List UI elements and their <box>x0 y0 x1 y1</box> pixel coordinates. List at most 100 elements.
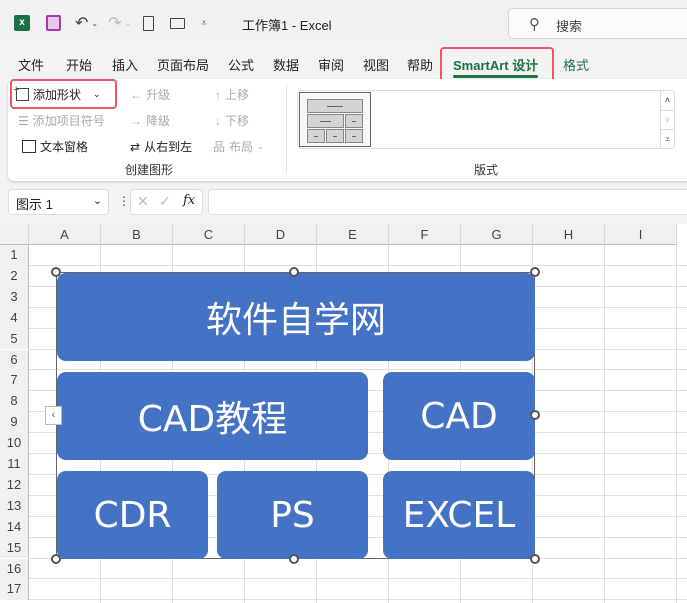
more-options-icon[interactable]: ⋮ <box>118 194 130 208</box>
row-header[interactable]: 4 <box>0 307 29 329</box>
add-bullet-label: 添加项目符号 <box>32 114 105 128</box>
column-header[interactable]: B <box>101 224 173 245</box>
row-header[interactable]: 7 <box>0 370 29 392</box>
customize-qat-icon[interactable]: ⩡ <box>201 18 207 29</box>
row-header[interactable]: 2 <box>0 265 29 287</box>
excel-logo-icon: x <box>14 15 30 31</box>
smartart-node[interactable]: CAD教程 <box>57 372 368 460</box>
undo-dropdown-icon[interactable]: ⌄ <box>91 19 98 28</box>
tab-file[interactable]: 文件 <box>18 55 44 74</box>
row-header[interactable]: 6 <box>0 349 29 371</box>
smartart-node[interactable]: CDR <box>57 471 208 559</box>
search-icon: ⚲ <box>529 16 540 33</box>
chevron-down-icon: ˅ <box>661 110 674 129</box>
layout-thumbnail-selected[interactable] <box>299 92 371 147</box>
row-header[interactable]: 9 <box>0 412 29 434</box>
smartart-node[interactable]: PS <box>217 471 368 559</box>
open-folder-icon[interactable] <box>170 17 186 29</box>
move-down-button: ↓ 下移 <box>215 112 249 129</box>
row-header[interactable]: 16 <box>0 558 29 580</box>
text-pane-button[interactable]: 文本窗格 <box>22 138 88 155</box>
demote-button: → 降级 <box>130 112 170 129</box>
chevron-down-icon: ⌄ <box>257 142 264 151</box>
smartart-node[interactable]: CAD <box>383 372 535 460</box>
promote-label: 升级 <box>146 88 171 102</box>
demote-label: 降级 <box>146 114 171 128</box>
tab-insert[interactable]: 插入 <box>112 55 138 74</box>
column-header[interactable]: G <box>461 224 533 245</box>
tab-format[interactable]: 格式 <box>563 55 589 74</box>
tab-page-layout[interactable]: 页面布局 <box>157 55 209 74</box>
arrow-up-icon: ↑ <box>215 87 221 102</box>
tab-data[interactable]: 数据 <box>273 55 299 74</box>
resize-handle[interactable] <box>530 267 540 277</box>
column-header[interactable]: C <box>173 224 245 245</box>
tab-formulas[interactable]: 公式 <box>228 55 254 74</box>
column-header[interactable]: I <box>605 224 677 245</box>
gridline <box>676 245 677 603</box>
gridline <box>604 245 605 603</box>
name-box[interactable]: 图示 1 ⌄ <box>8 189 109 215</box>
move-down-label: 下移 <box>225 114 250 128</box>
row-header[interactable]: 14 <box>0 516 29 538</box>
gallery-scrollbar[interactable]: ˄ ˅ ⩡ <box>660 91 674 148</box>
arrow-down-icon: ↓ <box>215 113 221 128</box>
formula-controls: ✕ ✓ fx <box>130 189 203 215</box>
gridline <box>29 578 687 580</box>
swap-arrows-icon: ⇄ <box>130 139 141 154</box>
move-up-button: ↑ 上移 <box>215 86 249 103</box>
move-up-label: 上移 <box>225 88 250 102</box>
row-header[interactable]: 8 <box>0 391 29 413</box>
group-label-layouts: 版式 <box>474 163 499 177</box>
row-header[interactable]: 10 <box>0 433 29 454</box>
resize-handle[interactable] <box>530 410 540 420</box>
column-header[interactable]: D <box>245 224 317 245</box>
org-chart-icon: 品 <box>213 140 226 154</box>
insert-function-icon[interactable]: fx <box>183 193 195 208</box>
title-bar: x ↶ ⌄ ↷ ⌄ ⩡ 工作簿1 - Excel ⚲ 搜索 <box>0 0 687 45</box>
column-header[interactable]: E <box>317 224 389 245</box>
resize-handle[interactable] <box>51 267 61 277</box>
chevron-up-icon[interactable]: ˄ <box>661 91 674 110</box>
column-header[interactable]: H <box>533 224 605 245</box>
more-icon[interactable]: ⩡ <box>661 129 674 148</box>
smartart-node[interactable]: EXCEL <box>383 471 535 559</box>
name-box-value: 图示 1 <box>16 197 53 212</box>
group-label-create-graphic: 创建图形 <box>125 163 174 177</box>
column-header[interactable]: F <box>389 224 461 245</box>
smartart-node-top[interactable]: 软件自学网 <box>57 273 535 361</box>
select-all-corner[interactable] <box>0 224 29 245</box>
tab-view[interactable]: 视图 <box>363 55 389 74</box>
row-header[interactable]: 15 <box>0 537 29 559</box>
row-header[interactable]: 13 <box>0 495 29 517</box>
row-header[interactable]: 17 <box>0 579 29 601</box>
row-header[interactable]: 3 <box>0 286 29 308</box>
formula-input[interactable] <box>208 189 687 215</box>
tab-review[interactable]: 审阅 <box>318 55 344 74</box>
text-pane-toggle[interactable]: ‹ <box>45 406 62 425</box>
chevron-down-icon[interactable]: ⌄ <box>93 194 102 207</box>
tab-help[interactable]: 帮助 <box>407 55 433 74</box>
layout-button: 品 布局 ⌄ <box>213 138 264 155</box>
layout-gallery: ˄ ˅ ⩡ <box>297 90 675 149</box>
new-file-icon[interactable] <box>143 15 155 31</box>
resize-handle[interactable] <box>51 554 61 564</box>
text-pane-icon <box>22 140 36 153</box>
save-icon[interactable] <box>46 15 61 31</box>
resize-handle[interactable] <box>530 554 540 564</box>
resize-handle[interactable] <box>289 267 299 277</box>
resize-handle[interactable] <box>289 554 299 564</box>
search-box[interactable]: ⚲ 搜索 <box>508 8 687 39</box>
redo-icon: ↷ <box>108 15 122 32</box>
row-header[interactable]: 5 <box>0 328 29 350</box>
column-header[interactable]: A <box>29 224 101 245</box>
undo-icon[interactable]: ↶ <box>75 13 88 33</box>
tab-home[interactable]: 开始 <box>66 55 92 74</box>
row-header[interactable]: 12 <box>0 474 29 496</box>
row-header[interactable]: 1 <box>0 245 29 266</box>
right-to-left-label: 从右到左 <box>144 140 193 154</box>
highlight-box-add-shape <box>10 79 117 109</box>
right-to-left-button[interactable]: ⇄ 从右到左 <box>130 138 192 155</box>
row-header[interactable]: 11 <box>0 454 29 475</box>
smartart-graphic[interactable]: 软件自学网 CAD教程 CAD CDR PS EXCEL <box>56 272 535 559</box>
